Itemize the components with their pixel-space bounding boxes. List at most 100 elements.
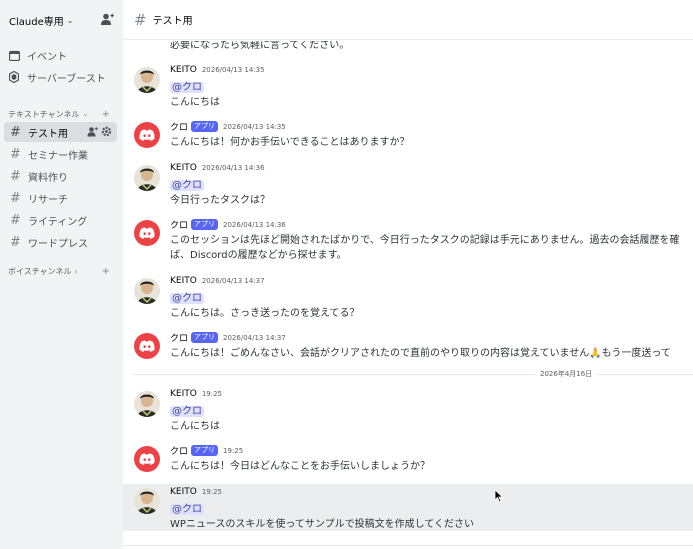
message-text: こんにちは！何かお手伝いできることはありますか？ xyxy=(170,137,410,148)
channel-item-research[interactable]: # リサーチ xyxy=(4,188,117,208)
message-text: こんにちは！ごめんなさい、会話がクリアされたので直前のやり取りの内容は覚えていま… xyxy=(170,348,671,359)
message-text: 今日行ったタスクは？ xyxy=(170,195,270,206)
message-item[interactable]: KEITO 19:25 @クロ WPニュースのスキルを使ってサンプルで投稿文を作… xyxy=(123,484,693,531)
voice-channel-section[interactable]: ボイスチャンネル › + xyxy=(8,264,116,278)
avatar[interactable] xyxy=(134,67,160,93)
mouse-cursor-icon xyxy=(494,489,504,503)
message-item[interactable]: クロ アプリ 19:25 こんにちは！今日はどんなことをお手伝いしましょうか？ xyxy=(123,443,693,477)
hash-icon: # xyxy=(10,124,21,140)
message-item[interactable]: KEITO 2026/04/13 14:35 @クロ こんにちは xyxy=(123,63,693,109)
server-name: Claude専用 xyxy=(9,16,64,28)
user-mention[interactable]: @クロ xyxy=(170,82,204,93)
hash-icon: # xyxy=(10,190,21,206)
avatar[interactable] xyxy=(134,391,160,417)
author-name[interactable]: KEITO xyxy=(170,163,197,173)
hash-icon: # xyxy=(10,146,21,162)
avatar[interactable] xyxy=(134,278,160,304)
author-name[interactable]: クロ xyxy=(170,120,188,133)
add-voice-channel-icon[interactable]: + xyxy=(102,266,110,277)
hash-icon: # xyxy=(10,234,21,250)
sidebar-item-label: イベント xyxy=(27,51,67,63)
channel-sidebar: Claude専用 ⌄ イベント サーバーブースト テキストチャンネル ⌄ + #… xyxy=(0,0,123,549)
channel-label: ライティング xyxy=(28,216,88,228)
author-name[interactable]: クロ xyxy=(170,331,188,344)
sidebar-item-label: サーバーブースト xyxy=(27,73,106,85)
hash-icon: # xyxy=(134,10,147,29)
message-item[interactable]: KEITO 19:25 @クロ こんにちは xyxy=(123,387,693,433)
channel-label: セミナー作業 xyxy=(28,150,88,162)
message-text: こんにちは xyxy=(170,97,220,108)
channel-label: ワードプレス xyxy=(28,238,88,250)
message-text-continued: ば、Discordの履歴などから探せます。 xyxy=(170,250,347,261)
channel-label: テスト用 xyxy=(28,128,68,140)
bot-avatar[interactable] xyxy=(134,122,160,148)
avatar[interactable] xyxy=(134,165,160,191)
channel-label: 資料作り xyxy=(28,172,68,184)
message-list[interactable]: 必要になったら気軽に言ってください。 KEITO 2026/04/13 14:3… xyxy=(123,41,693,535)
bot-avatar[interactable] xyxy=(134,220,160,246)
calendar-icon xyxy=(8,49,20,61)
channel-item-materials[interactable]: # 資料作り xyxy=(4,166,117,186)
message-text: このセッションは先ほど開始されたばかりで、今日行ったタスクの記録は手元にありませ… xyxy=(170,235,680,246)
user-mention[interactable]: @クロ xyxy=(170,406,204,417)
timestamp: 2026/04/13 14:36 xyxy=(201,164,265,172)
timestamp: 2026/04/13 14:35 xyxy=(223,122,286,131)
timestamp: 19:25 xyxy=(201,488,223,496)
channel-label: リサーチ xyxy=(28,194,68,206)
message-item[interactable]: クロ アプリ 2026/04/13 14:37 こんにちは！ごめんなさい、会話が… xyxy=(123,330,693,364)
channel-item-test[interactable]: # テスト用 xyxy=(4,122,117,142)
date-divider xyxy=(133,374,693,375)
user-mention[interactable]: @クロ xyxy=(170,180,204,191)
author-name[interactable]: クロ xyxy=(170,218,188,231)
message-text: こんにちは。さっき送ったのを覚えてる？ xyxy=(170,308,360,319)
author-name[interactable]: クロ xyxy=(170,444,188,457)
chevron-right-icon: › xyxy=(74,266,78,276)
channel-item-seminar[interactable]: # セミナー作業 xyxy=(4,144,117,164)
avatar[interactable] xyxy=(134,488,160,514)
timestamp: 2026/04/13 14:37 xyxy=(201,277,265,285)
message-item[interactable]: クロ アプリ 2026/04/13 14:35 こんにちは！何かお手伝いできるこ… xyxy=(123,119,693,153)
boost-icon xyxy=(8,71,20,83)
gear-icon[interactable] xyxy=(101,126,112,137)
app-badge: アプリ xyxy=(191,121,219,132)
user-mention[interactable]: @クロ xyxy=(170,293,204,304)
timestamp: 2026/04/13 14:37 xyxy=(223,333,286,342)
hash-icon: # xyxy=(10,168,21,184)
channel-item-writing[interactable]: # ライティング xyxy=(4,210,117,230)
hash-icon: # xyxy=(10,212,21,228)
author-name[interactable]: KEITO xyxy=(170,487,197,497)
invite-icon[interactable] xyxy=(87,126,98,137)
timestamp: 19:25 xyxy=(201,390,223,398)
timestamp: 19:25 xyxy=(223,446,244,455)
message-item[interactable]: KEITO 2026/04/13 14:37 @クロ こんにちは。さっき送ったの… xyxy=(123,274,693,320)
message-text: WPニュースのスキルを使ってサンプルで投稿文を作成してください xyxy=(170,519,475,530)
chevron-down-icon: ⌄ xyxy=(66,15,74,25)
user-mention[interactable]: @クロ xyxy=(170,504,204,515)
app-badge: アプリ xyxy=(191,445,219,456)
message-item[interactable]: クロ アプリ 2026/04/13 14:36 このセッションは先ほど開始された… xyxy=(123,217,693,263)
timestamp: 2026/04/13 14:36 xyxy=(223,220,286,229)
composer-divider xyxy=(123,545,693,546)
text-channel-section[interactable]: テキストチャンネル ⌄ + xyxy=(8,107,116,121)
message-text: こんにちは！今日はどんなことをお手伝いしましょうか？ xyxy=(170,461,430,472)
channel-item-wordpress[interactable]: # ワードプレス xyxy=(4,232,117,252)
add-member-icon[interactable] xyxy=(100,12,114,26)
timestamp: 2026/04/13 14:35 xyxy=(201,66,265,74)
channel-header: # テスト用 xyxy=(123,0,693,40)
author-name[interactable]: KEITO xyxy=(170,65,197,75)
message-item[interactable]: KEITO 2026/04/13 14:36 @クロ 今日行ったタスクは？ xyxy=(123,161,693,207)
author-name[interactable]: KEITO xyxy=(170,389,197,399)
author-name[interactable]: KEITO xyxy=(170,276,197,286)
app-badge: アプリ xyxy=(191,219,219,230)
sidebar-item-boost[interactable]: サーバーブースト xyxy=(8,67,116,87)
date-divider-label: 2026年4月16日 xyxy=(535,369,598,379)
section-label: テキストチャンネル xyxy=(8,109,80,119)
bot-avatar[interactable] xyxy=(134,446,160,472)
channel-title: テスト用 xyxy=(152,16,193,27)
chevron-down-icon: ⌄ xyxy=(82,110,89,118)
message-text: 必要になったら気軽に言ってください。 xyxy=(170,41,350,51)
bot-avatar[interactable] xyxy=(134,333,160,359)
add-channel-icon[interactable]: + xyxy=(102,109,110,120)
sidebar-item-events[interactable]: イベント xyxy=(8,45,116,65)
message-text: こんにちは xyxy=(170,421,220,432)
